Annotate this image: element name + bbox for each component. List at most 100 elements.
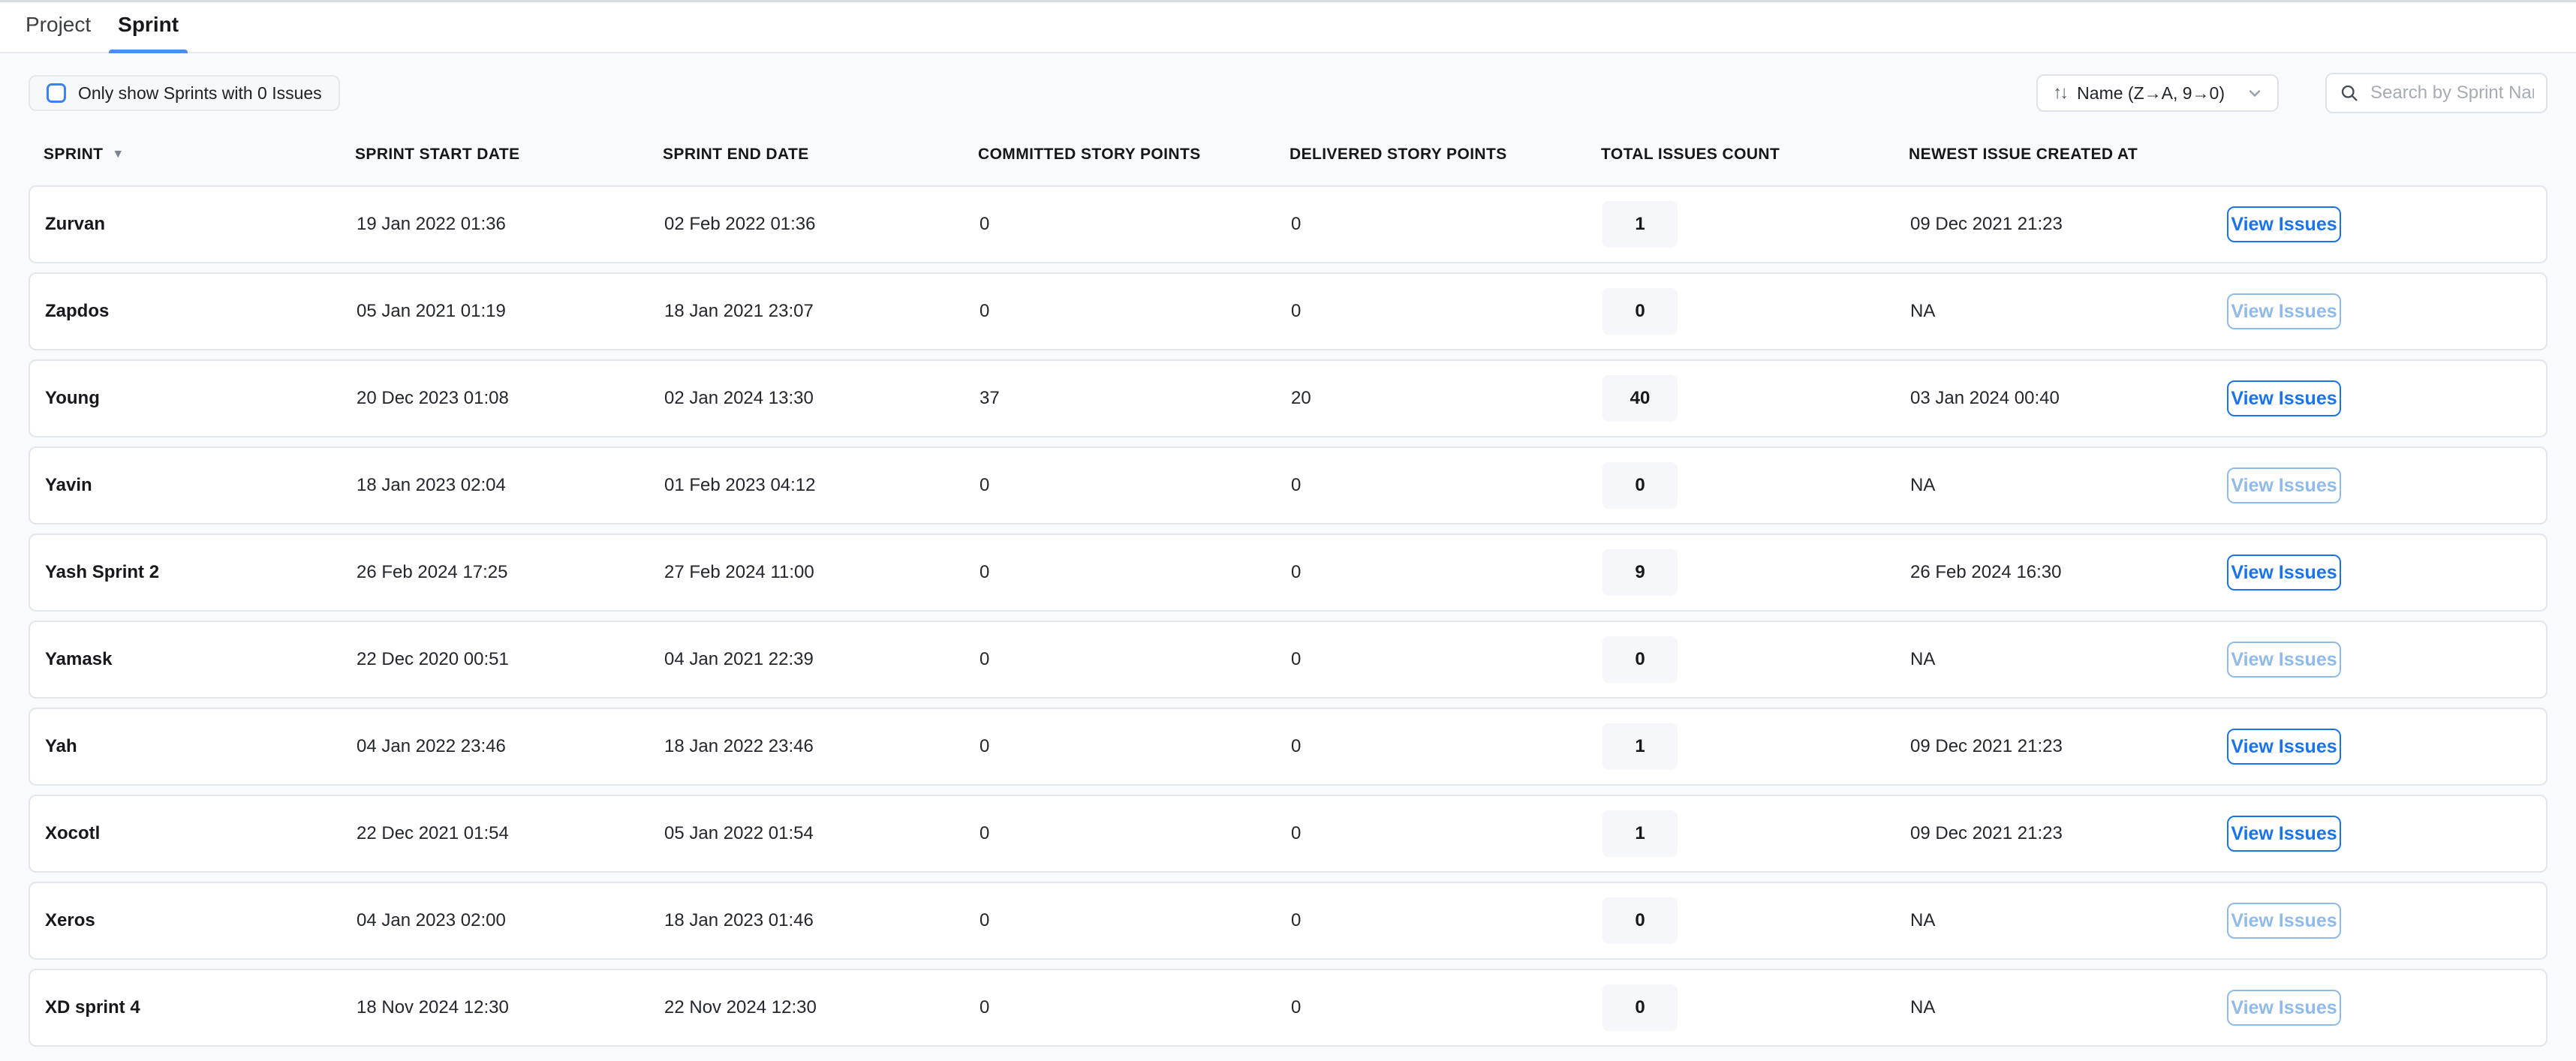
column-header-committed-points: Committed Story Points xyxy=(978,146,1290,164)
sprint-end-date: 18 Jan 2022 23:46 xyxy=(664,736,980,757)
committed-story-points: 0 xyxy=(980,649,1291,670)
sprint-end-date: 01 Feb 2023 04:12 xyxy=(664,475,980,496)
view-issues-button[interactable]: View Issues xyxy=(2227,816,2341,852)
sprint-end-date: 18 Jan 2021 23:07 xyxy=(664,301,980,322)
newest-issue-created-at: 09 Dec 2021 21:23 xyxy=(1910,214,2218,235)
row-actions: View Issues xyxy=(2218,293,2531,329)
filter-toolbar: Only show Sprints with 0 Issues ↑↓ Name … xyxy=(29,73,2547,113)
search-icon xyxy=(2339,83,2360,104)
sprint-table-row: Yamask 22 Dec 2020 00:51 04 Jan 2021 22:… xyxy=(29,621,2547,699)
sprint-start-date: 04 Jan 2023 02:00 xyxy=(357,910,664,931)
sprint-table-row: Xocotl 22 Dec 2021 01:54 05 Jan 2022 01:… xyxy=(29,795,2547,873)
column-header-end-date: Sprint End Date xyxy=(663,146,978,164)
sprint-table-row: Yavin 18 Jan 2023 02:04 01 Feb 2023 04:1… xyxy=(29,446,2547,524)
newest-issue-created-at: NA xyxy=(1910,475,2218,496)
sprint-list: Zurvan 19 Jan 2022 01:36 02 Feb 2022 01:… xyxy=(29,185,2547,1047)
sort-desc-triangle-icon: ▼ xyxy=(112,149,124,161)
tab-project[interactable]: Project xyxy=(12,0,104,52)
sprint-name: XD sprint 4 xyxy=(45,997,357,1018)
total-issues-count: 0 xyxy=(1602,984,1910,1031)
row-actions: View Issues xyxy=(2218,816,2531,852)
right-controls: ↑↓ Name (Z→A, 9→0) xyxy=(2036,73,2547,113)
total-issues-count: 0 xyxy=(1602,897,1910,944)
total-issues-badge: 0 xyxy=(1602,897,1678,944)
view-issues-button[interactable]: View Issues xyxy=(2227,729,2341,765)
sprint-name: Zapdos xyxy=(45,301,357,322)
sprint-name: Zurvan xyxy=(45,214,357,235)
total-issues-count: 40 xyxy=(1602,375,1910,422)
committed-story-points: 0 xyxy=(980,736,1291,757)
row-actions: View Issues xyxy=(2218,206,2531,242)
view-issues-button[interactable]: View Issues xyxy=(2227,293,2341,329)
view-issues-button[interactable]: View Issues xyxy=(2227,206,2341,242)
sprint-end-date: 27 Feb 2024 11:00 xyxy=(664,562,980,583)
newest-issue-created-at: NA xyxy=(1910,301,2218,322)
column-header-start-date: Sprint Start Date xyxy=(355,146,663,164)
delivered-story-points: 0 xyxy=(1291,475,1602,496)
newest-issue-created-at: NA xyxy=(1910,997,2218,1018)
committed-story-points: 0 xyxy=(980,823,1291,844)
row-actions: View Issues xyxy=(2218,729,2531,765)
sprint-table-row: XD sprint 4 18 Nov 2024 12:30 22 Nov 202… xyxy=(29,969,2547,1047)
total-issues-count: 1 xyxy=(1602,201,1910,248)
sprint-table-row: Yash Sprint 2 26 Feb 2024 17:25 27 Feb 2… xyxy=(29,534,2547,612)
delivered-story-points: 0 xyxy=(1291,301,1602,322)
sprint-start-date: 18 Jan 2023 02:04 xyxy=(357,475,664,496)
row-actions: View Issues xyxy=(2218,903,2531,939)
zero-issues-filter[interactable]: Only show Sprints with 0 Issues xyxy=(29,75,340,111)
tab-project-label: Project xyxy=(26,13,91,36)
newest-issue-created-at: NA xyxy=(1910,910,2218,931)
view-issues-button[interactable]: View Issues xyxy=(2227,642,2341,678)
tab-bar: Project Sprint xyxy=(0,2,2576,53)
sprint-name: Yah xyxy=(45,736,357,757)
sprint-start-date: 22 Dec 2021 01:54 xyxy=(357,823,664,844)
sprint-table-row: Yah 04 Jan 2022 23:46 18 Jan 2022 23:46 … xyxy=(29,708,2547,786)
sprint-search xyxy=(2325,73,2547,113)
sprint-table-row: Young 20 Dec 2023 01:08 02 Jan 2024 13:3… xyxy=(29,359,2547,437)
view-issues-button[interactable]: View Issues xyxy=(2227,467,2341,503)
view-issues-button[interactable]: View Issues xyxy=(2227,903,2341,939)
chevron-down-icon xyxy=(2246,84,2264,102)
committed-story-points: 0 xyxy=(980,214,1291,235)
total-issues-badge: 0 xyxy=(1602,462,1678,509)
sprint-start-date: 26 Feb 2024 17:25 xyxy=(357,562,664,583)
committed-story-points: 0 xyxy=(980,475,1291,496)
sprint-table-row: Zapdos 05 Jan 2021 01:19 18 Jan 2021 23:… xyxy=(29,272,2547,350)
total-issues-count: 1 xyxy=(1602,810,1910,857)
view-issues-button[interactable]: View Issues xyxy=(2227,990,2341,1026)
sprint-start-date: 20 Dec 2023 01:08 xyxy=(357,388,664,409)
total-issues-count: 0 xyxy=(1602,462,1910,509)
sprint-end-date: 05 Jan 2022 01:54 xyxy=(664,823,980,844)
delivered-story-points: 0 xyxy=(1291,736,1602,757)
total-issues-badge: 1 xyxy=(1602,201,1678,248)
table-header: Sprint ▼ Sprint Start Date Sprint End Da… xyxy=(29,131,2547,178)
column-header-newest-issue: Newest Issue Created At xyxy=(1909,146,2216,164)
sprint-name: Xeros xyxy=(45,910,357,931)
newest-issue-created-at: 09 Dec 2021 21:23 xyxy=(1910,736,2218,757)
sprint-end-date: 04 Jan 2021 22:39 xyxy=(664,649,980,670)
row-actions: View Issues xyxy=(2218,642,2531,678)
column-header-sprint[interactable]: Sprint ▼ xyxy=(44,146,355,164)
newest-issue-created-at: 26 Feb 2024 16:30 xyxy=(1910,562,2218,583)
total-issues-count: 0 xyxy=(1602,636,1910,683)
sort-dropdown[interactable]: ↑↓ Name (Z→A, 9→0) xyxy=(2036,74,2279,112)
total-issues-badge: 40 xyxy=(1602,375,1678,422)
delivered-story-points: 0 xyxy=(1291,910,1602,931)
total-issues-count: 1 xyxy=(1602,723,1910,770)
tab-sprint-label: Sprint xyxy=(118,13,179,36)
sprint-name: Xocotl xyxy=(45,823,357,844)
delivered-story-points: 0 xyxy=(1291,649,1602,670)
sprint-name: Yamask xyxy=(45,649,357,670)
zero-issues-checkbox[interactable] xyxy=(47,83,66,103)
view-issues-button[interactable]: View Issues xyxy=(2227,380,2341,416)
zero-issues-checkbox-label: Only show Sprints with 0 Issues xyxy=(78,83,322,104)
column-header-total-issues: Total Issues Count xyxy=(1601,146,1909,164)
sprint-start-date: 18 Nov 2024 12:30 xyxy=(357,997,664,1018)
view-issues-button[interactable]: View Issues xyxy=(2227,555,2341,591)
total-issues-badge: 0 xyxy=(1602,984,1678,1031)
committed-story-points: 0 xyxy=(980,562,1291,583)
search-input[interactable] xyxy=(2370,83,2534,104)
sprint-start-date: 04 Jan 2022 23:46 xyxy=(357,736,664,757)
sprint-name: Yavin xyxy=(45,475,357,496)
tab-sprint[interactable]: Sprint xyxy=(104,0,192,52)
